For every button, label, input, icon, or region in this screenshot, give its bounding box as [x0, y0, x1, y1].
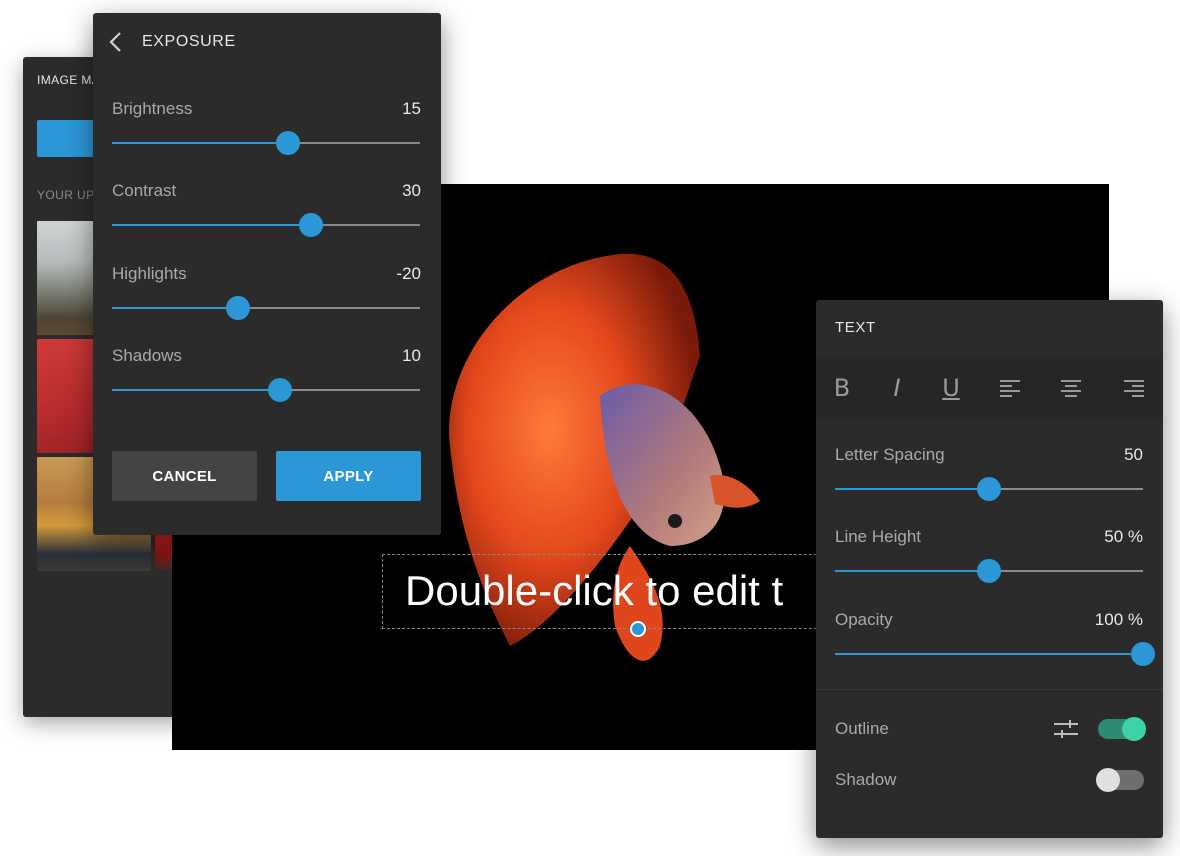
letter-spacing-slider-fill — [835, 488, 989, 490]
opacity-slider-fill — [835, 653, 1143, 655]
opacity-value: 100 % — [1094, 610, 1143, 629]
apply-button[interactable]: APPLY — [276, 451, 421, 501]
align-right-icon[interactable] — [1121, 373, 1147, 403]
shadows-slider[interactable] — [112, 378, 420, 402]
letter-spacing-label: Letter Spacing — [835, 445, 945, 464]
shadow-toggle[interactable] — [1096, 768, 1144, 792]
italic-icon[interactable]: I — [884, 373, 910, 403]
contrast-slider[interactable] — [112, 213, 420, 237]
contrast-slider-knob[interactable] — [298, 213, 323, 237]
underline-icon[interactable]: U — [938, 373, 964, 403]
line-height-slider-fill — [835, 570, 989, 572]
letter-spacing-slider-knob[interactable] — [977, 477, 1001, 501]
bold-icon[interactable]: B — [829, 373, 855, 403]
line-height-value: 50 % — [1104, 527, 1143, 546]
line-height-slider-knob[interactable] — [977, 559, 1001, 583]
back-arrow-icon[interactable] — [107, 31, 125, 53]
opacity-label: Opacity — [835, 610, 893, 629]
outline-toggle-knob — [1122, 717, 1146, 741]
shadows-slider-fill — [112, 389, 280, 391]
panel-divider — [816, 689, 1163, 690]
uploads-label: YOUR UP — [37, 188, 95, 202]
text-box-handle[interactable] — [630, 621, 646, 637]
italic-glyph: I — [893, 374, 901, 402]
shadow-toggle-knob — [1096, 768, 1120, 792]
brightness-slider-knob[interactable] — [275, 131, 300, 155]
line-height-slider[interactable] — [835, 559, 1143, 583]
image-manager-title: IMAGE MA — [37, 73, 101, 87]
highlights-label: Highlights — [112, 264, 187, 283]
underline-glyph: U — [942, 374, 960, 402]
line-height-label: Line Height — [835, 527, 922, 546]
highlights-value: -20 — [396, 264, 421, 283]
format-toolbar: B I U — [816, 359, 1163, 417]
contrast-value: 30 — [402, 181, 421, 200]
shadows-label: Shadows — [112, 346, 182, 365]
brightness-label: Brightness — [112, 99, 193, 118]
brightness-slider[interactable] — [112, 131, 420, 155]
letter-spacing-slider[interactable] — [835, 477, 1143, 501]
highlights-slider-knob[interactable] — [226, 296, 251, 320]
bold-glyph: B — [833, 374, 851, 402]
exposure-panel: EXPOSURE Brightness 15 Contrast 30 Highl… — [93, 13, 441, 535]
adjust-settings-icon[interactable] — [1052, 716, 1080, 742]
contrast-label: Contrast — [112, 181, 177, 200]
highlights-slider[interactable] — [112, 296, 420, 320]
brightness-slider-fill — [112, 142, 288, 144]
text-panel: TEXT B I U Letter Spacing 50 Line Height… — [816, 300, 1163, 838]
align-center-icon[interactable] — [1058, 373, 1084, 403]
contrast-slider-fill — [112, 224, 311, 226]
opacity-slider[interactable] — [835, 642, 1155, 666]
outline-label: Outline — [835, 719, 889, 738]
highlights-slider-fill — [112, 307, 239, 309]
cancel-button[interactable]: CANCEL — [112, 451, 257, 501]
text-panel-title: TEXT — [835, 319, 876, 336]
brightness-value: 15 — [402, 99, 421, 118]
shadow-label: Shadow — [835, 770, 897, 789]
shadows-value: 10 — [402, 346, 421, 365]
outline-toggle[interactable] — [1098, 717, 1146, 741]
letter-spacing-value: 50 — [1124, 445, 1143, 464]
exposure-title: EXPOSURE — [142, 33, 236, 50]
align-left-icon[interactable] — [997, 373, 1023, 403]
canvas-text[interactable]: Double-click to edit t — [405, 567, 783, 615]
opacity-slider-knob[interactable] — [1131, 642, 1155, 666]
shadows-slider-knob[interactable] — [267, 378, 292, 402]
canvas-text-box[interactable]: Double-click to edit t — [382, 554, 882, 629]
